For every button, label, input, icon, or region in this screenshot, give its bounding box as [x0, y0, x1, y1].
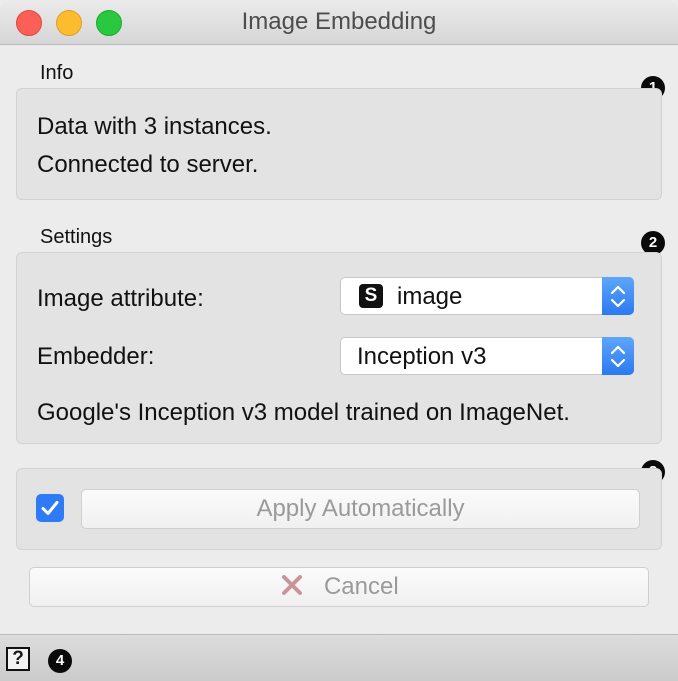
status-bar: ? 4 [0, 634, 678, 681]
x-cancel-icon [282, 575, 303, 595]
cancel-button[interactable]: Cancel [29, 567, 649, 607]
image-attribute-select[interactable]: S image [340, 277, 634, 315]
help-icon[interactable]: ? [6, 647, 30, 671]
cancel-label: Cancel [323, 573, 399, 600]
info-box: Data with 3 instances. Connected to serv… [16, 88, 662, 200]
checkmark-icon [41, 501, 59, 515]
up-down-chevron-icon[interactable] [602, 277, 634, 315]
embedder-description: Google's Inception v3 model trained on I… [37, 399, 570, 426]
info-section-label: Info [40, 62, 74, 84]
info-line-instances: Data with 3 instances. [37, 113, 272, 140]
window-title: Image Embedding [241, 8, 437, 35]
info-line-connection: Connected to server. [37, 151, 259, 178]
embedder-label: Embedder: [37, 343, 155, 370]
title-bar: Image Embedding [0, 0, 678, 45]
embedder-select[interactable]: Inception v3 [340, 337, 634, 375]
image-attribute-label: Image attribute: [37, 285, 204, 312]
apply-automatically-button[interactable]: Apply Automatically [81, 489, 640, 529]
image-attribute-value: image [397, 283, 463, 310]
up-down-chevron-icon[interactable] [602, 337, 634, 375]
statusbar-badge: 4 [48, 649, 72, 673]
apply-automatically-label: Apply Automatically [256, 495, 465, 522]
apply-automatically-checkbox[interactable] [36, 494, 64, 522]
embedder-value: Inception v3 [357, 343, 487, 370]
settings-section-label: Settings [40, 226, 113, 248]
string-variable-icon: S [359, 284, 383, 308]
